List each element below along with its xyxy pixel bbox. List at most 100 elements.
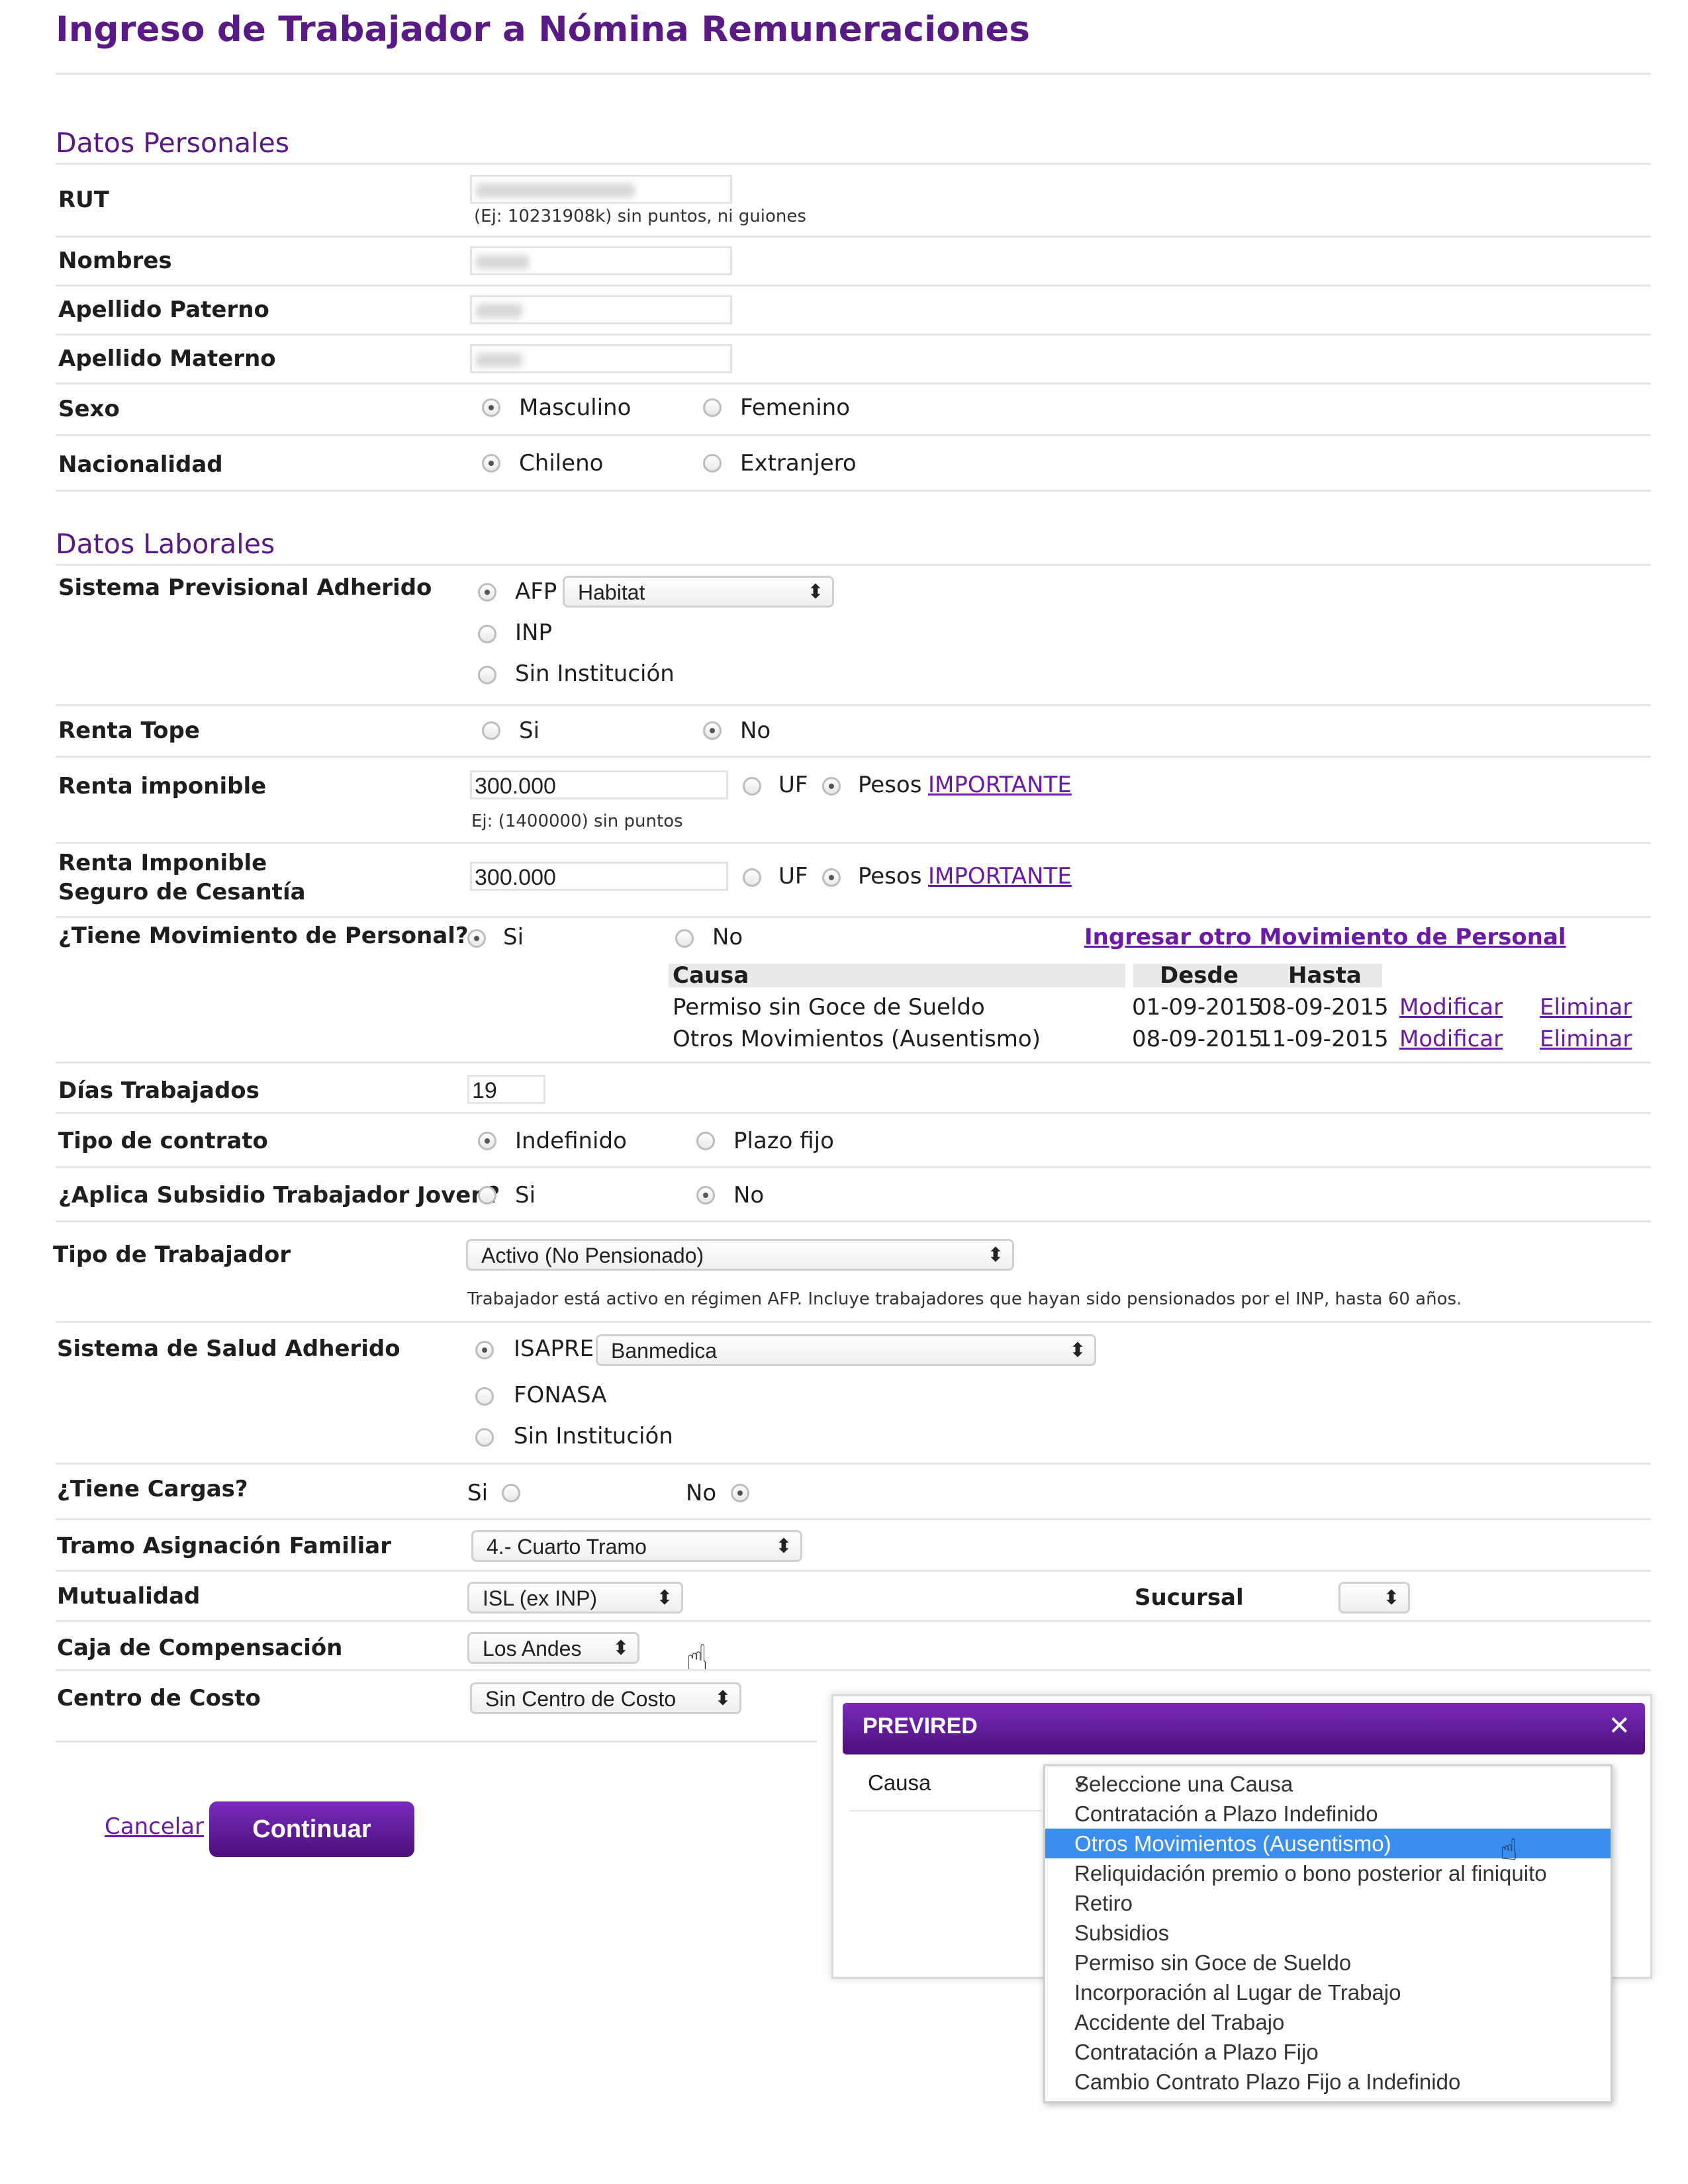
contrato-indefinido-radio[interactable] [478, 1132, 496, 1150]
divider [56, 704, 1651, 706]
subsidio-si-radio[interactable] [478, 1186, 496, 1205]
apellido-materno-input[interactable] [470, 344, 732, 373]
renta-cesantia-pesos-radio[interactable] [822, 868, 841, 887]
dropdown-option[interactable]: ✓ Seleccione una Causa [1045, 1769, 1611, 1799]
renta-tope-no-radio[interactable] [703, 721, 722, 740]
tramo-select[interactable]: 4.- Cuarto Tramo ⬍ [471, 1530, 802, 1562]
cargas-no-label: No [686, 1480, 717, 1506]
updown-arrow-icon: ⬍ [714, 1688, 731, 1709]
sexo-masculino-radio[interactable] [482, 398, 500, 417]
continue-button[interactable]: Continuar [209, 1801, 414, 1857]
dropdown-option[interactable]: Retiro [1045, 1888, 1611, 1918]
afp-radio[interactable] [478, 583, 496, 602]
apellido-paterno-input[interactable] [470, 295, 732, 324]
renta-imponible-hint: Ej: (1400000) sin puntos [471, 811, 683, 831]
mutualidad-select[interactable]: ISL (ex INP) ⬍ [467, 1582, 683, 1614]
modificar-link[interactable]: Modificar [1399, 994, 1503, 1021]
isapre-radio[interactable] [475, 1341, 494, 1359]
dropdown-option[interactable]: Contratación a Plazo Fijo [1045, 2037, 1611, 2067]
dias-trabajados-label: Días Trabajados [58, 1077, 259, 1104]
dropdown-option-highlighted[interactable]: Otros Movimientos (Ausentismo) [1045, 1829, 1611, 1858]
divider [56, 1112, 1651, 1114]
tipo-trabajador-value: Activo (No Pensionado) [481, 1244, 704, 1267]
subsidio-no-radio[interactable] [696, 1186, 715, 1205]
centro-costo-value: Sin Centro de Costo [485, 1687, 677, 1711]
eliminar-link[interactable]: Eliminar [1540, 994, 1632, 1021]
cargas-no-radio[interactable] [731, 1484, 749, 1502]
renta-cesantia-pesos-label: Pesos [858, 863, 922, 889]
table-row-hasta: 08-09-2015 [1258, 994, 1389, 1021]
section-datos-laborales: Datos Laborales [56, 528, 275, 560]
ingresar-movimiento-link[interactable]: Ingresar otro Movimiento de Personal [1084, 924, 1566, 950]
renta-cesantia-importante-link[interactable]: IMPORTANTE [928, 863, 1072, 889]
sistema-salud-label: Sistema de Salud Adherido [57, 1336, 400, 1362]
dropdown-option[interactable]: Subsidios [1045, 1918, 1611, 1948]
tipo-contrato-label: Tipo de contrato [58, 1128, 268, 1154]
nacionalidad-extranjero-radio[interactable] [703, 454, 722, 473]
sucursal-label: Sucursal [1135, 1584, 1244, 1611]
contrato-indefinido-label: Indefinido [515, 1128, 627, 1154]
tramo-label: Tramo Asignación Familiar [57, 1533, 391, 1559]
updown-arrow-icon: ⬍ [1069, 1340, 1086, 1361]
cancel-link[interactable]: Cancelar [105, 1813, 204, 1840]
movimiento-no-radio[interactable] [675, 929, 694, 948]
isapre-select[interactable]: Banmedica ⬍ [596, 1334, 1096, 1366]
dropdown-option[interactable]: Permiso sin Goce de Sueldo [1045, 1948, 1611, 1978]
renta-imponible-pesos-label: Pesos [858, 772, 922, 798]
sin-institucion-radio[interactable] [478, 666, 496, 684]
dropdown-option[interactable]: Incorporación al Lugar de Trabajo [1045, 1978, 1611, 2007]
caja-select[interactable]: Los Andes ⬍ [467, 1632, 639, 1664]
tipo-trabajador-select[interactable]: Activo (No Pensionado) ⬍ [466, 1239, 1014, 1271]
mutualidad-label: Mutualidad [57, 1583, 201, 1610]
renta-imponible-input[interactable]: 300.000 [470, 770, 728, 799]
updown-arrow-icon: ⬍ [1383, 1587, 1400, 1609]
renta-cesantia-input[interactable]: 300.000 [470, 862, 728, 891]
renta-imponible-label: Renta imponible [58, 773, 267, 799]
table-header-desde: Desde [1160, 962, 1239, 989]
apellido-paterno-label: Apellido Paterno [58, 296, 269, 323]
renta-cesantia-uf-radio[interactable] [743, 868, 761, 887]
causa-dropdown[interactable]: ✓ Seleccione una Causa Contratación a Pla… [1043, 1764, 1613, 2103]
contrato-plazo-fijo-radio[interactable] [696, 1132, 715, 1150]
divider [56, 1570, 1651, 1572]
modificar-link[interactable]: Modificar [1399, 1026, 1503, 1052]
divider [56, 285, 1651, 287]
afp-select[interactable]: Habitat ⬍ [563, 576, 834, 608]
table-row-hasta: 11-09-2015 [1258, 1026, 1389, 1052]
table-row-desde: 08-09-2015 [1132, 1026, 1263, 1052]
renta-imponible-importante-link[interactable]: IMPORTANTE [928, 772, 1072, 798]
dropdown-option[interactable]: Cambio Contrato Plazo Fijo a Indefinido [1045, 2067, 1611, 2097]
renta-imponible-uf-radio[interactable] [743, 777, 761, 796]
movimiento-si-radio[interactable] [467, 929, 486, 948]
fonasa-radio[interactable] [475, 1387, 494, 1406]
cargas-si-radio[interactable] [502, 1484, 520, 1502]
dropdown-option[interactable]: Contratación a Plazo Indefinido [1045, 1799, 1611, 1829]
tramo-value: 4.- Cuarto Tramo [487, 1535, 647, 1559]
tipo-trabajador-label: Tipo de Trabajador [53, 1242, 291, 1268]
dropdown-option[interactable]: Accidente del Trabajo [1045, 2007, 1611, 2037]
salud-sin-institucion-radio[interactable] [475, 1428, 494, 1447]
sexo-femenino-radio[interactable] [703, 398, 722, 417]
divider [56, 1321, 1651, 1323]
eliminar-link[interactable]: Eliminar [1540, 1026, 1632, 1052]
renta-imponible-pesos-radio[interactable] [822, 777, 841, 796]
nacionalidad-chileno-radio[interactable] [482, 454, 500, 473]
divider [56, 1620, 1651, 1622]
inp-label: INP [515, 619, 552, 646]
centro-costo-select[interactable]: Sin Centro de Costo ⬍ [470, 1682, 741, 1714]
nombres-input[interactable] [470, 246, 732, 275]
subsidio-joven-label: ¿Aplica Subsidio Trabajador Joven? [58, 1182, 500, 1208]
rut-input[interactable] [470, 175, 732, 204]
modal-header: PREVIRED ✕ [843, 1703, 1645, 1754]
close-icon[interactable]: ✕ [1608, 1711, 1630, 1741]
inp-radio[interactable] [478, 625, 496, 643]
isapre-label: ISAPRE [514, 1336, 594, 1362]
dropdown-option[interactable]: Reliquidación premio o bono posterior al… [1045, 1858, 1611, 1888]
page-title: Ingreso de Trabajador a Nómina Remunerac… [56, 9, 1030, 50]
sucursal-select[interactable]: ⬍ [1338, 1582, 1410, 1614]
divider [56, 334, 1651, 336]
renta-tope-si-radio[interactable] [482, 721, 500, 740]
caja-value: Los Andes [483, 1637, 582, 1661]
dias-trabajados-input[interactable]: 19 [467, 1075, 545, 1104]
divider [56, 490, 1651, 492]
